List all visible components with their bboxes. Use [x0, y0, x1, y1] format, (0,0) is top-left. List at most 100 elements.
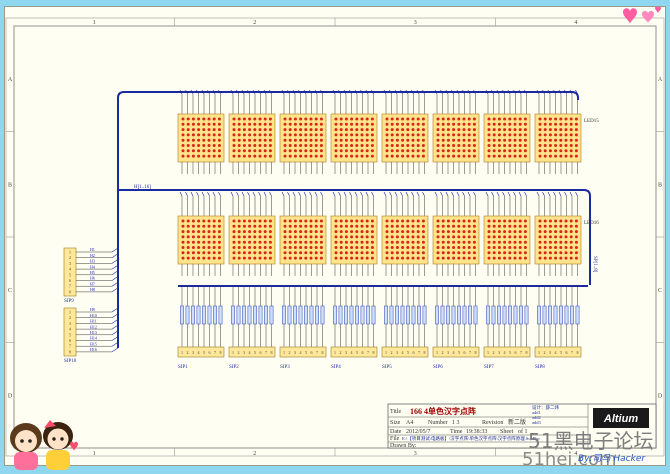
- zone-row-left: A: [8, 77, 13, 83]
- resistor: [196, 305, 201, 325]
- matrix-led-dot: [283, 144, 287, 147]
- matrix-led-dot: [523, 230, 527, 234]
- matrix-led-dot: [283, 240, 287, 244]
- matrix-led-dot: [350, 256, 354, 260]
- matrix-led-dot: [360, 138, 364, 142]
- matrix-led-dot: [242, 256, 246, 260]
- led-matrix: [483, 89, 531, 174]
- matrix-led-dot: [559, 219, 563, 223]
- matrix-led-dot: [564, 117, 568, 121]
- matrix-led-dot: [467, 230, 471, 234]
- matrix-led-dot: [452, 256, 456, 260]
- matrix-led-dot: [355, 251, 359, 255]
- matrix-led-dot: [319, 128, 323, 132]
- resistor: [344, 305, 348, 325]
- matrix-led-dot: [186, 256, 190, 260]
- matrix-led-dot: [370, 251, 374, 255]
- matrix-led-dot: [385, 133, 389, 137]
- matrix-led-dot: [370, 144, 374, 147]
- matrix-led-dot: [538, 154, 542, 158]
- matrix-led-dot: [299, 224, 303, 228]
- matrix-led-dot: [263, 224, 267, 228]
- matrix-led-dot: [263, 117, 267, 121]
- matrix-led-dot: [248, 246, 252, 249]
- matrix-led-dot: [232, 219, 236, 223]
- matrix-led-dot: [503, 246, 507, 249]
- matrix-led-dot: [186, 224, 190, 228]
- matrix-led-dot: [191, 154, 195, 158]
- matrix-led-dot: [518, 117, 522, 121]
- bus-entry: [383, 191, 387, 197]
- matrix-led-dot: [401, 128, 405, 132]
- matrix-led-dot: [457, 122, 461, 126]
- matrix-led-dot: [503, 149, 507, 153]
- matrix-led-dot: [299, 133, 303, 137]
- matrix-led-dot: [569, 128, 573, 132]
- matrix-led-dot: [487, 219, 491, 223]
- bus-entry: [405, 191, 409, 197]
- resistor: [508, 305, 512, 325]
- matrix-body: [228, 215, 276, 265]
- bus-entry: [309, 191, 312, 197]
- matrix-led-dot: [554, 117, 558, 121]
- matrix-led-dot: [319, 251, 323, 255]
- matrix-led-dot: [253, 219, 257, 223]
- matrix-led-dot: [242, 138, 246, 142]
- matrix-led-dot: [334, 246, 338, 249]
- matrix-led-dot: [492, 133, 496, 137]
- matrix-led-dot: [197, 149, 201, 153]
- matrix-led-dot: [304, 224, 308, 228]
- matrix-led-dot: [416, 149, 420, 153]
- sip-pin-number: 7: [69, 344, 71, 349]
- matrix-led-dot: [548, 240, 552, 244]
- sip-connector: [177, 346, 225, 358]
- bus-entry: [287, 191, 290, 197]
- sip-pin-number: 3: [549, 350, 551, 355]
- matrix-led-dot: [339, 133, 343, 137]
- matrix-led-dot: [472, 251, 476, 255]
- matrix-led-dot: [232, 256, 236, 260]
- matrix-led-dot: [472, 117, 476, 121]
- bus-entry: [558, 191, 562, 197]
- matrix-led-dot: [436, 256, 440, 260]
- matrix-led-dot: [487, 149, 491, 153]
- resistor: [185, 305, 190, 325]
- matrix-led-dot: [518, 235, 522, 239]
- matrix-led-dot: [492, 122, 496, 126]
- matrix-led-dot: [513, 149, 517, 153]
- matrix-led-dot: [350, 219, 354, 223]
- matrix-led-dot: [411, 144, 415, 147]
- matrix-led-dot: [406, 219, 410, 223]
- zone-row-right: B: [658, 182, 662, 188]
- resistor: [242, 305, 246, 325]
- matrix-body: [330, 113, 378, 163]
- matrix-led-dot: [237, 154, 241, 158]
- matrix-led-dot: [197, 133, 201, 137]
- matrix-led-dot: [564, 133, 568, 137]
- matrix-led-dot: [543, 154, 547, 158]
- resistor: [333, 305, 337, 325]
- sip-pin-number: 6: [69, 338, 71, 343]
- matrix-led-dot: [258, 117, 262, 121]
- matrix-led-dot: [554, 230, 558, 234]
- matrix-led-dot: [365, 235, 369, 239]
- matrix-led-dot: [416, 133, 420, 137]
- matrix-led-dot: [492, 230, 496, 234]
- matrix-led-dot: [462, 133, 466, 137]
- matrix-led-dot: [416, 256, 420, 260]
- matrix-led-dot: [462, 117, 466, 121]
- matrix-led-dot: [283, 122, 287, 126]
- bus-entry: [365, 191, 369, 197]
- matrix-led-dot: [467, 138, 471, 142]
- matrix-led-dot: [186, 251, 190, 255]
- matrix-led-dot: [344, 240, 348, 244]
- matrix-led-dot: [574, 240, 578, 244]
- matrix-led-dot: [207, 251, 211, 255]
- matrix-led-dot: [258, 224, 262, 228]
- resistor: [366, 305, 370, 325]
- matrix-led-dot: [497, 144, 501, 147]
- sip-pin-number: 8: [271, 350, 273, 355]
- matrix-led-dot: [574, 133, 578, 137]
- matrix-led-dot: [191, 117, 195, 121]
- sip-pin-number: 6: [464, 350, 466, 355]
